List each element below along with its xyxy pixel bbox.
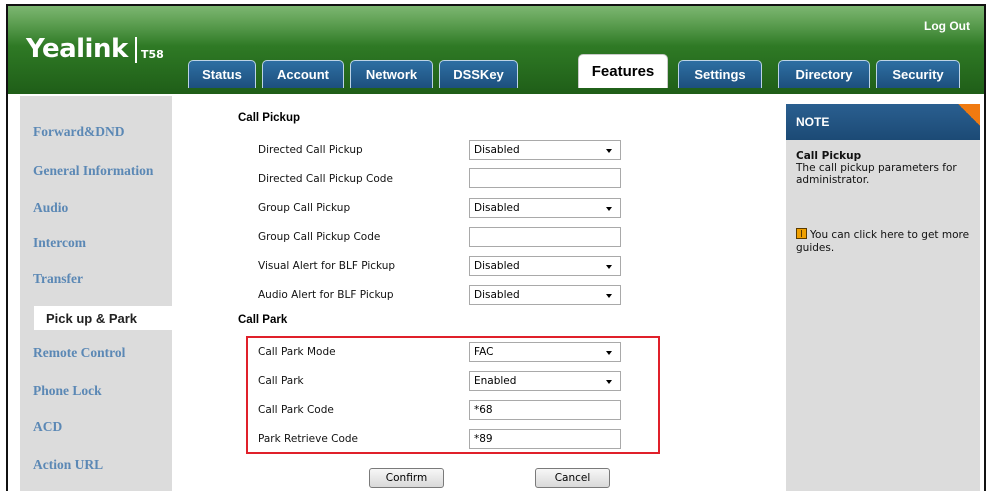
sidebar-item-transfer[interactable]: Transfer (20, 267, 172, 291)
call-park-title: Call Park (238, 314, 288, 326)
call-park-select[interactable]: Enabled (469, 371, 621, 391)
logo-separator (135, 37, 137, 63)
sidebar-item-audio[interactable]: Audio (20, 196, 172, 220)
call-park-mode-value: FAC (474, 346, 494, 358)
directed-call-pickup-label: Directed Call Pickup (258, 144, 363, 156)
group-call-pickup-value: Disabled (474, 202, 520, 214)
chevron-down-icon (606, 265, 612, 269)
tab-directory[interactable]: Directory (778, 60, 870, 88)
note-title: Call Pickup (796, 150, 862, 162)
call-park-value: Enabled (474, 375, 517, 387)
tab-account[interactable]: Account (262, 60, 344, 88)
tab-dsskey[interactable]: DSSKey (439, 60, 518, 88)
header-shine (8, 6, 984, 46)
chevron-down-icon (606, 294, 612, 298)
note-text: The call pickup parameters for administr… (796, 162, 957, 186)
directed-call-pickup-code-label: Directed Call Pickup Code (258, 173, 393, 185)
park-retrieve-code-input[interactable]: *89 (469, 429, 621, 449)
guide-link-text: You can click here to get more guides. (796, 229, 970, 254)
tab-features[interactable]: Features (578, 54, 668, 88)
sidebar-item-general-information[interactable]: General Information (20, 159, 172, 183)
call-pickup-title: Call Pickup (238, 112, 300, 124)
note-body: Call Pickup The call pickup parameters f… (796, 150, 976, 186)
confirm-button[interactable]: Confirm (369, 468, 444, 488)
sidebar-item-acd[interactable]: ACD (20, 415, 172, 439)
directed-call-pickup-select[interactable]: Disabled (469, 140, 621, 160)
book-icon (796, 228, 807, 239)
sidebar-item-pickup-park[interactable]: Pick up & Park (34, 306, 174, 330)
visual-alert-blf-label: Visual Alert for BLF Pickup (258, 260, 396, 272)
note-header: NOTE (786, 104, 980, 140)
audio-alert-blf-value: Disabled (474, 289, 520, 301)
note-panel: NOTE Call Pickup The call pickup paramet… (786, 104, 980, 491)
note-header-label: NOTE (796, 115, 830, 129)
audio-alert-blf-select[interactable]: Disabled (469, 285, 621, 305)
sidebar-item-forward-dnd[interactable]: Forward&DND (20, 120, 172, 144)
sidebar-item-phone-lock[interactable]: Phone Lock (20, 379, 172, 403)
tab-network[interactable]: Network (350, 60, 433, 88)
cancel-button[interactable]: Cancel (535, 468, 610, 488)
note-corner-decoration (958, 104, 980, 126)
chevron-down-icon (606, 351, 612, 355)
sidebar: Forward&DND General Information Audio In… (20, 96, 174, 491)
chevron-down-icon (606, 207, 612, 211)
call-park-code-label: Call Park Code (258, 404, 334, 416)
audio-alert-blf-label: Audio Alert for BLF Pickup (258, 289, 394, 301)
call-park-mode-label: Call Park Mode (258, 346, 336, 358)
chevron-down-icon (606, 380, 612, 384)
call-park-mode-select[interactable]: FAC (469, 342, 621, 362)
tab-status[interactable]: Status (188, 60, 256, 88)
group-call-pickup-select[interactable]: Disabled (469, 198, 621, 218)
group-call-pickup-code-label: Group Call Pickup Code (258, 231, 381, 243)
chevron-down-icon (606, 149, 612, 153)
call-park-code-input[interactable]: *68 (469, 400, 621, 420)
call-park-label: Call Park (258, 375, 304, 387)
group-call-pickup-label: Group Call Pickup (258, 202, 351, 214)
logout-link[interactable]: Log Out (924, 19, 970, 33)
tab-settings[interactable]: Settings (678, 60, 762, 88)
sidebar-item-intercom[interactable]: Intercom (20, 231, 172, 255)
sidebar-item-action-url[interactable]: Action URL (20, 453, 172, 477)
yealink-logo: Yealink (26, 34, 128, 64)
model-label: T58 (141, 48, 164, 61)
visual-alert-blf-select[interactable]: Disabled (469, 256, 621, 276)
directed-call-pickup-code-input[interactable] (469, 168, 621, 188)
group-call-pickup-code-input[interactable] (469, 227, 621, 247)
park-retrieve-code-label: Park Retrieve Code (258, 433, 359, 445)
sidebar-item-remote-control[interactable]: Remote Control (20, 341, 172, 365)
visual-alert-blf-value: Disabled (474, 260, 520, 272)
guide-link[interactable]: You can click here to get more guides. (796, 228, 976, 255)
directed-call-pickup-value: Disabled (474, 144, 520, 156)
tab-security[interactable]: Security (876, 60, 960, 88)
